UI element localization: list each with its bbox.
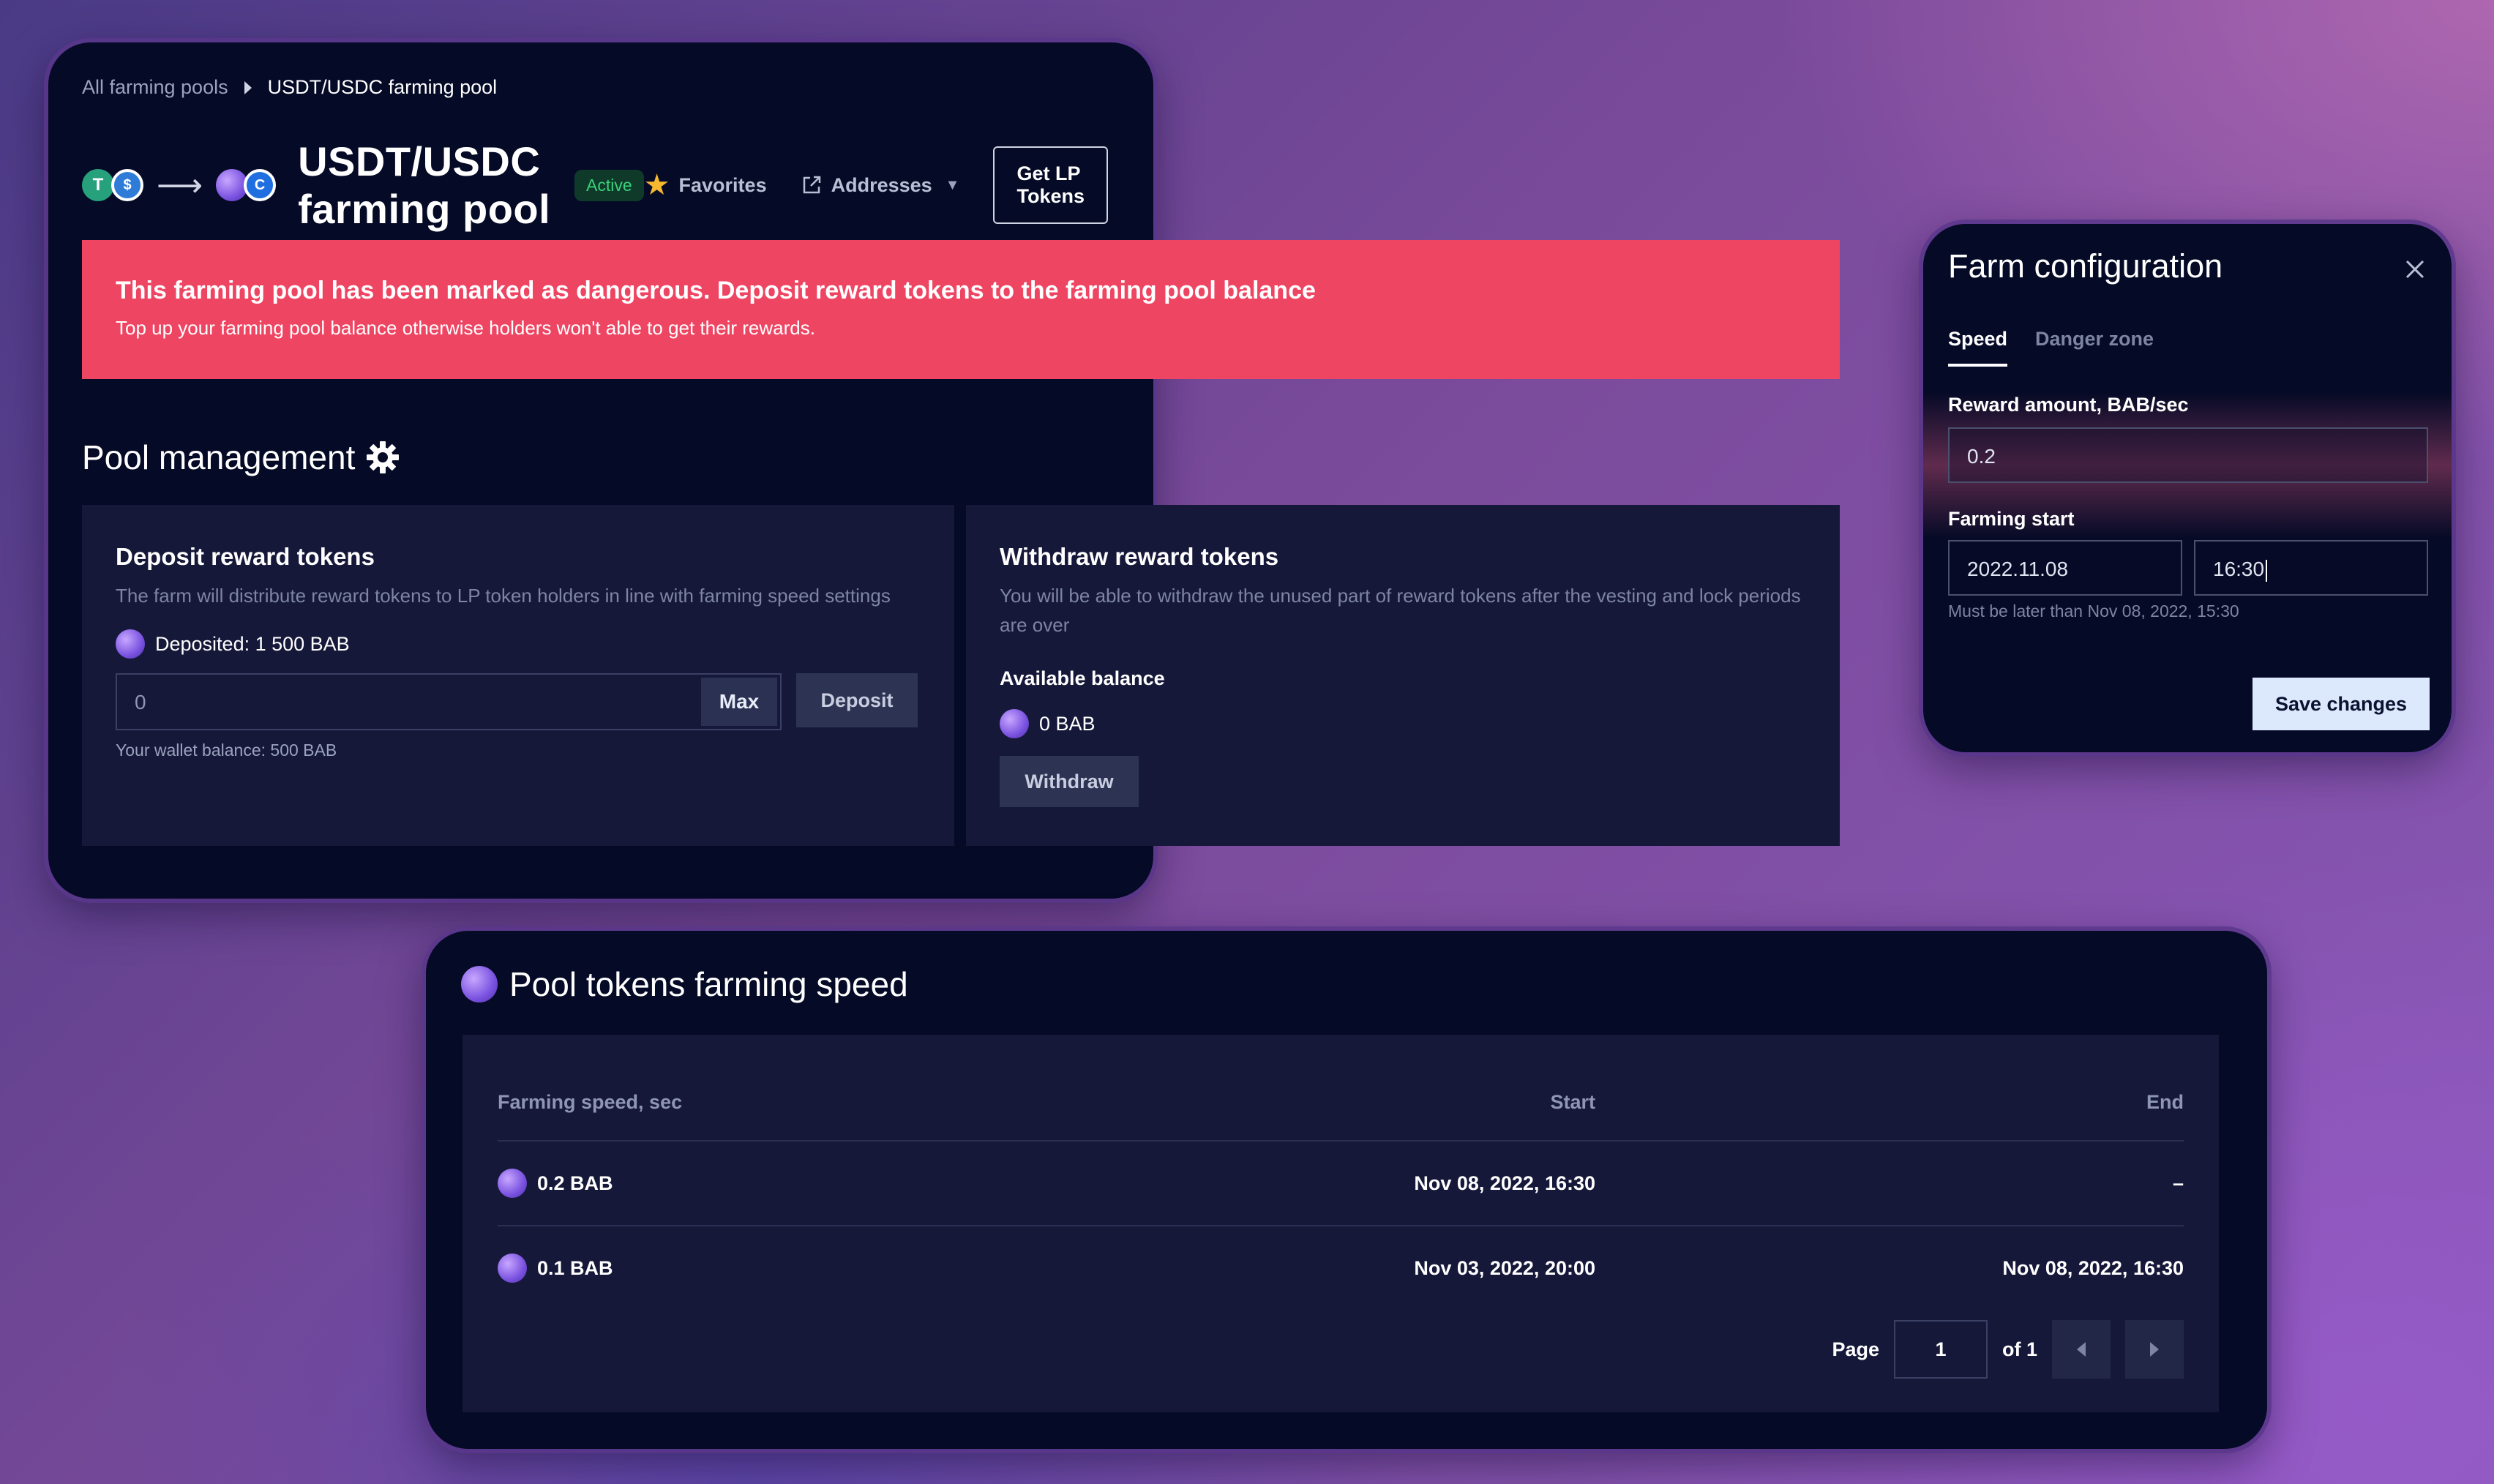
bab-token-icon (116, 629, 145, 659)
start-cell: Nov 08, 2022, 16:30 (1414, 1172, 1595, 1194)
wallet-balance: Your wallet balance: 500 BAB (116, 741, 337, 760)
withdraw-card: Withdraw reward tokens You will be able … (966, 505, 1840, 846)
deposit-form: 0 Max Deposit (116, 673, 921, 730)
table-header: Farming speed, sec Start End (498, 1064, 2184, 1142)
get-lp-tokens-button[interactable]: Get LP Tokens (993, 146, 1108, 224)
pool-management-heading: Pool management (82, 438, 400, 477)
farming-speed-heading: Pool tokens farming speed (461, 964, 908, 1004)
speed-value: 0.2 BAB (537, 1172, 613, 1194)
speed-cell: 0.2 BAB (498, 1169, 1010, 1198)
bab-token-icon (498, 1169, 527, 1198)
config-title: Farm configuration (1948, 247, 2223, 285)
breadcrumb-all-pools-link[interactable]: All farming pools (82, 76, 228, 99)
danger-alert-title: This farming pool has been marked as dan… (116, 277, 1316, 304)
chevron-right-icon (2150, 1342, 2159, 1357)
withdraw-button[interactable]: Withdraw (1000, 756, 1139, 807)
breadcrumb-current: USDT/USDC farming pool (267, 76, 498, 98)
external-link-icon (803, 176, 820, 194)
farming-start-date-value: 2022.11.08 (1967, 558, 2069, 580)
end-cell: – (2172, 1172, 2184, 1194)
config-tabs: Speed Danger zone (1948, 328, 2154, 367)
farming-start-time-value: 16:30 (2213, 558, 2265, 580)
available-balance-value: 0 BAB (1039, 712, 1096, 735)
deposit-button[interactable]: Deposit (796, 673, 918, 727)
max-button[interactable]: Max (701, 678, 777, 726)
table-row: 0.2 BAB Nov 08, 2022, 16:30 – (498, 1142, 2184, 1226)
gear-icon[interactable] (365, 440, 400, 475)
deposited-label: Deposited: 1 500 BAB (155, 632, 350, 655)
farming-speed-panel: Pool tokens farming speed Farming speed,… (426, 931, 2267, 1449)
favorites-label: Favorites (678, 173, 767, 196)
speed-value: 0.1 BAB (537, 1256, 613, 1279)
available-balance: 0 BAB (1000, 709, 1806, 738)
reward-amount-value: 0.2 (1967, 445, 1996, 468)
column-header-end: End (2146, 1090, 2184, 1113)
save-changes-button[interactable]: Save changes (2253, 678, 2430, 730)
page-total-label: of 1 (2001, 1338, 2037, 1360)
usdt-token-icon: T (82, 169, 114, 201)
table-row: 0.1 BAB Nov 03, 2022, 20:00 Nov 08, 2022… (498, 1226, 2184, 1310)
page-title: USDT/USDC farming pool (298, 138, 551, 232)
deposit-title: Deposit reward tokens (116, 543, 375, 570)
farm-configuration-dialog: Farm configuration Speed Danger zone Rew… (1923, 224, 2452, 752)
pagination: Page 1 of 1 (1832, 1320, 2184, 1379)
lp-token-icon: C (244, 169, 277, 201)
close-icon[interactable] (2405, 259, 2425, 280)
chevron-down-icon: ▼ (945, 176, 960, 193)
end-cell: Nov 08, 2022, 16:30 (2002, 1256, 2184, 1279)
farming-start-hint: Must be later than Nov 08, 2022, 15:30 (1948, 602, 2239, 621)
next-page-button[interactable] (2125, 1320, 2184, 1379)
pool-details-panel: All farming pools USDT/USDC farming pool… (48, 42, 1840, 899)
farming-speed-table: Farming speed, sec Start End 0.2 BAB Nov… (463, 1035, 2219, 1412)
danger-alert-text: Top up your farming pool balance otherwi… (116, 317, 815, 339)
withdraw-title: Withdraw reward tokens (1000, 543, 1279, 570)
bab-token-icon (1000, 709, 1029, 738)
deposit-card: Deposit reward tokens The farm will dist… (82, 505, 954, 846)
farming-start-date-input[interactable]: 2022.11.08 (1948, 540, 2182, 596)
token-pair: T $ ⟶ C (82, 167, 277, 204)
available-balance-label: Available balance (1000, 667, 1165, 689)
deposited-amount: Deposited: 1 500 BAB (116, 629, 921, 659)
column-header-start: Start (1550, 1090, 1595, 1113)
reward-amount-input[interactable]: 0.2 (1948, 427, 2428, 483)
farming-start-label: Farming start (1948, 508, 2075, 530)
pool-header: T $ ⟶ C USDT/USDC farming pool Active ★ … (82, 138, 1108, 232)
farming-speed-title: Pool tokens farming speed (509, 965, 908, 1003)
page-number-value: 1 (1935, 1338, 1947, 1360)
header-actions: ★ Favorites Addresses ▼ Get LP Tokens (644, 146, 1108, 224)
bab-token-icon (498, 1253, 527, 1283)
deposit-description: The farm will distribute reward tokens t… (116, 585, 891, 607)
deposit-amount-value: 0 (135, 691, 146, 713)
speed-cell: 0.1 BAB (498, 1253, 1010, 1283)
page-number-input[interactable]: 1 (1893, 1320, 1988, 1379)
status-badge: Active (574, 169, 644, 201)
arrow-right-icon: ⟶ (157, 167, 203, 203)
pool-management-title: Pool management (82, 438, 356, 476)
bab-token-icon (461, 966, 498, 1003)
chevron-left-icon (2077, 1342, 2086, 1357)
favorites-button[interactable]: ★ Favorites (644, 168, 767, 202)
tab-danger-zone[interactable]: Danger zone (2035, 328, 2154, 367)
reward-amount-label: Reward amount, BAB/sec (1948, 394, 2189, 416)
farming-start-time-input[interactable]: 16:30 (2194, 540, 2428, 596)
addresses-dropdown[interactable]: Addresses ▼ (801, 173, 960, 197)
breadcrumb: All farming pools USDT/USDC farming pool (82, 76, 497, 99)
usdc-token-icon: $ (111, 169, 143, 201)
star-icon: ★ (643, 169, 670, 201)
page-label: Page (1832, 1338, 1879, 1360)
text-caret (2266, 559, 2268, 582)
column-header-speed: Farming speed, sec (498, 1090, 683, 1113)
tab-speed[interactable]: Speed (1948, 328, 2008, 367)
withdraw-description: You will be able to withdraw the unused … (1000, 585, 1801, 636)
previous-page-button[interactable] (2052, 1320, 2111, 1379)
danger-alert: This farming pool has been marked as dan… (82, 240, 1840, 379)
addresses-label: Addresses (831, 173, 932, 196)
breadcrumb-separator-icon (244, 80, 252, 94)
deposit-amount-input[interactable]: 0 Max (116, 673, 782, 730)
start-cell: Nov 03, 2022, 20:00 (1414, 1256, 1595, 1279)
